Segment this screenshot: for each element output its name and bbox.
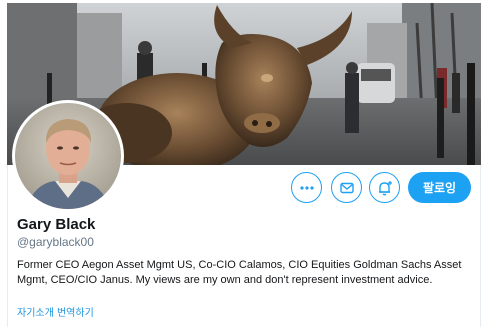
translate-bio-link[interactable]: 자기소개 번역하기 bbox=[17, 304, 94, 319]
message-button[interactable] bbox=[331, 172, 362, 203]
envelope-icon bbox=[339, 182, 354, 193]
notifications-button[interactable] bbox=[369, 172, 400, 203]
user-handle: @garyblack00 bbox=[17, 235, 94, 249]
avatar-photo-icon bbox=[15, 103, 121, 209]
ellipsis-icon bbox=[299, 185, 314, 190]
display-name: Gary Black bbox=[17, 216, 96, 233]
avatar[interactable] bbox=[12, 100, 124, 212]
profile-bio: Former CEO Aegon Asset Mgmt US, Co-CIO C… bbox=[17, 259, 462, 286]
more-options-button[interactable] bbox=[291, 172, 322, 203]
bell-plus-icon bbox=[378, 180, 392, 195]
following-button[interactable]: 팔로잉 bbox=[408, 172, 471, 203]
